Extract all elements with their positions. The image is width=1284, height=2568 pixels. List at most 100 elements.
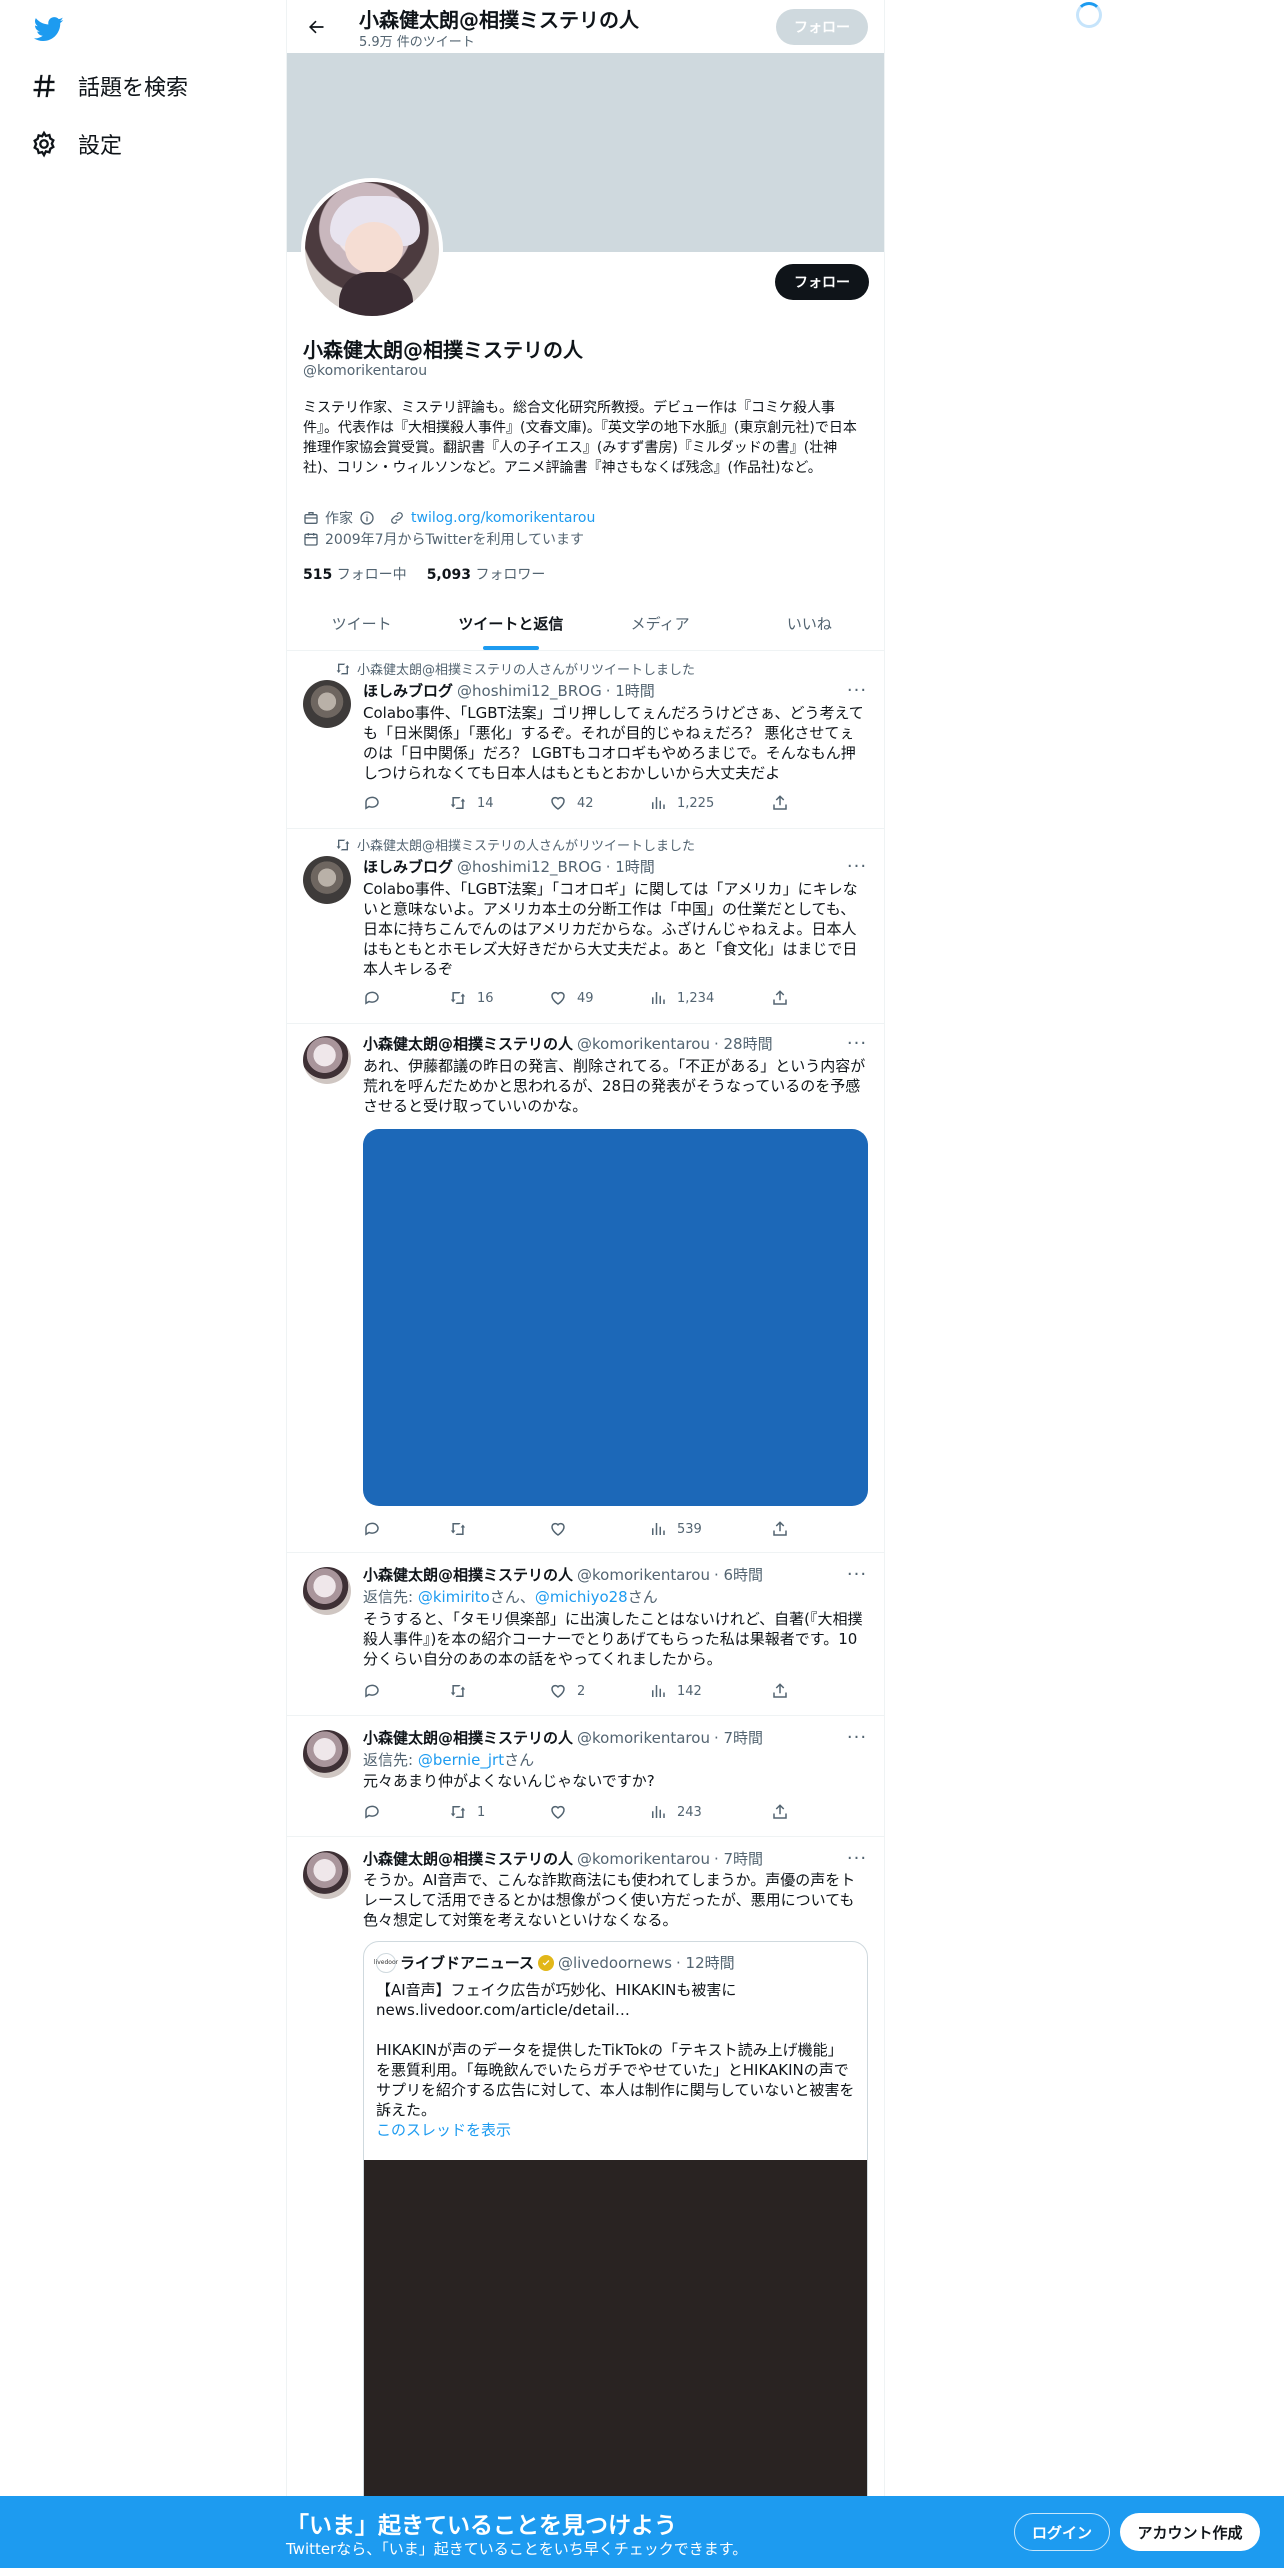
more-icon[interactable]: ··· (845, 1564, 869, 1585)
tweet-time[interactable]: · 7時間 (714, 1727, 763, 1748)
tweet[interactable]: 小森健太朗@相撲ミステリの人 @komorikentarou · 7時間 ···… (287, 1716, 884, 1837)
like-button[interactable]: 42 (549, 794, 594, 812)
author-handle[interactable]: @hoshimi12_BROG (457, 858, 602, 876)
login-button[interactable]: ログイン (1014, 2513, 1110, 2551)
reply-to: 返信先: @kimiritoさん、@michiyo28さん (363, 1588, 658, 1606)
author-handle[interactable]: @komorikentarou (577, 1850, 710, 1868)
tweet-time[interactable]: · 28時間 (714, 1033, 773, 1054)
mention-link[interactable]: @bernie_jrt (418, 1751, 504, 1769)
tweet[interactable]: 小森健太朗@相撲ミステリの人 @komorikentarou · 7時間 ···… (287, 1837, 884, 2568)
author-name[interactable]: 小森健太朗@相撲ミステリの人 (363, 1727, 573, 1748)
author-handle[interactable]: @komorikentarou (577, 1035, 710, 1053)
author-name[interactable]: 小森健太朗@相撲ミステリの人 (363, 1848, 573, 1869)
tab-likes[interactable]: いいね (735, 597, 884, 650)
info-icon[interactable] (359, 510, 375, 526)
followers-link[interactable]: 5,093 フォロワー (427, 564, 546, 584)
mention-link[interactable]: @michiyo28 (535, 1588, 628, 1606)
share-button[interactable] (771, 1682, 789, 1700)
avatar[interactable] (303, 1567, 351, 1615)
back-button[interactable] (301, 12, 331, 42)
share-button[interactable] (771, 794, 789, 812)
show-thread-link[interactable]: このスレッドを表示 (376, 2121, 511, 2139)
signup-banner: 「いま」起きていることを見つけよう Twitterなら、「いま」起きていることを… (0, 2496, 1284, 2568)
avatar[interactable] (303, 1730, 351, 1778)
author-name[interactable]: 小森健太朗@相撲ミステリの人 (363, 1033, 573, 1054)
more-icon[interactable]: ··· (845, 856, 869, 877)
views-button[interactable]: 1,225 (649, 794, 714, 812)
more-icon[interactable]: ··· (845, 1727, 869, 1748)
like-button[interactable]: 2 (549, 1682, 585, 1700)
reply-icon (365, 796, 379, 810)
reply-button[interactable] (363, 1803, 381, 1821)
avatar[interactable] (303, 1036, 351, 1084)
avatar[interactable] (303, 1851, 351, 1899)
share-button[interactable] (771, 1520, 789, 1538)
views-button[interactable]: 1,234 (649, 989, 714, 1007)
more-icon[interactable]: ··· (845, 1848, 869, 1869)
avatar[interactable] (303, 680, 351, 728)
header-follow-button[interactable]: フォロー (776, 9, 868, 45)
like-button[interactable] (549, 1803, 567, 1821)
following-link[interactable]: 515 フォロー中 (303, 564, 407, 584)
like-button[interactable]: 49 (549, 989, 594, 1007)
profile-follow-stats: 515 フォロー中 5,093 フォロワー (303, 564, 545, 584)
share-button[interactable] (771, 989, 789, 1007)
header-tweet-count: 5.9万 件のツイート (359, 35, 475, 50)
retweet-button[interactable] (449, 1520, 467, 1538)
retweet-button[interactable] (449, 1682, 467, 1700)
avatar[interactable] (303, 856, 351, 904)
views-button[interactable]: 539 (649, 1520, 702, 1538)
nav-explore[interactable]: 話題を検索 (30, 62, 188, 110)
profile-avatar[interactable] (301, 178, 443, 320)
signup-button[interactable]: アカウント作成 (1120, 2513, 1260, 2551)
tweet[interactable]: 小森健太朗@相撲ミステリの人 @komorikentarou · 6時間 ···… (287, 1553, 884, 1716)
tab-tweets-and-replies[interactable]: ツイートと返信 (436, 597, 585, 650)
retweet-button[interactable]: 1 (449, 1803, 485, 1821)
signup-banner-title: 「いま」起きていることを見つけよう (286, 2513, 677, 2539)
retweet-icon (450, 1685, 466, 1697)
reply-button[interactable] (363, 1520, 381, 1538)
reply-button[interactable] (363, 1682, 381, 1700)
retweet-button[interactable]: 14 (449, 794, 494, 812)
tweet-time[interactable]: · 1時間 (606, 856, 655, 877)
tweet[interactable]: 小森健太朗@相撲ミステリの人 @komorikentarou · 28時間 ··… (287, 1024, 884, 1553)
author-name[interactable]: ほしみブログ (363, 680, 453, 701)
more-icon[interactable]: ··· (845, 1033, 869, 1054)
author-handle[interactable]: @komorikentarou (577, 1729, 710, 1747)
nav-settings[interactable]: 設定 (30, 120, 122, 168)
author-handle[interactable]: @komorikentarou (577, 1566, 710, 1584)
more-icon[interactable]: ··· (845, 680, 869, 701)
author-handle[interactable]: @hoshimi12_BROG (457, 682, 602, 700)
tweet-time[interactable]: · 1時間 (606, 680, 655, 701)
like-button[interactable] (549, 1520, 567, 1538)
tweet-time[interactable]: · 7時間 (714, 1848, 763, 1869)
heart-icon (551, 991, 565, 1005)
tab-tweets[interactable]: ツイート (287, 597, 436, 650)
quoted-tweet-media[interactable] (364, 2160, 867, 2540)
tweet[interactable]: 小森健太朗@相撲ミステリの人さんがリツイートしました ほしみブログ @hoshi… (287, 652, 884, 829)
reply-button[interactable] (363, 794, 381, 812)
tweet-header: 小森健太朗@相撲ミステリの人 @komorikentarou · 28時間 (363, 1033, 773, 1054)
tweet-time[interactable]: · 6時間 (714, 1564, 763, 1585)
profile-meta-row: 作家 twilog.org/komorikentarou (303, 508, 595, 528)
profile-link[interactable]: twilog.org/komorikentarou (411, 510, 595, 526)
retweet-icon (336, 663, 350, 674)
twitter-logo-icon[interactable] (32, 14, 66, 44)
signup-banner-subtitle: Twitterなら、「いま」起きていることをいち早くチェックできます。 (286, 2540, 748, 2558)
retweet-indicator: 小森健太朗@相撲ミステリの人さんがリツイートしました (335, 835, 695, 854)
mention-link[interactable]: @kimirito (418, 1588, 490, 1606)
follow-button[interactable]: フォロー (775, 264, 869, 300)
author-name[interactable]: ほしみブログ (363, 856, 453, 877)
views-button[interactable]: 142 (649, 1682, 702, 1700)
retweet-button[interactable]: 16 (449, 989, 494, 1007)
views-button[interactable]: 243 (649, 1803, 702, 1821)
quoted-tweet-time: · 12時間 (676, 1954, 735, 1972)
tweet-media-image[interactable] (363, 1129, 868, 1506)
author-name[interactable]: 小森健太朗@相撲ミステリの人 (363, 1564, 573, 1585)
tab-media[interactable]: メディア (586, 597, 735, 650)
quoted-tweet[interactable]: livedoor ライブドアニュース @livedoornews · 12時間 … (363, 1941, 868, 2568)
share-button[interactable] (771, 1803, 789, 1821)
tweet[interactable]: 小森健太朗@相撲ミステリの人さんがリツイートしました ほしみブログ @hoshi… (287, 829, 884, 1024)
reply-button[interactable] (363, 989, 381, 1007)
share-icon (773, 990, 787, 1005)
